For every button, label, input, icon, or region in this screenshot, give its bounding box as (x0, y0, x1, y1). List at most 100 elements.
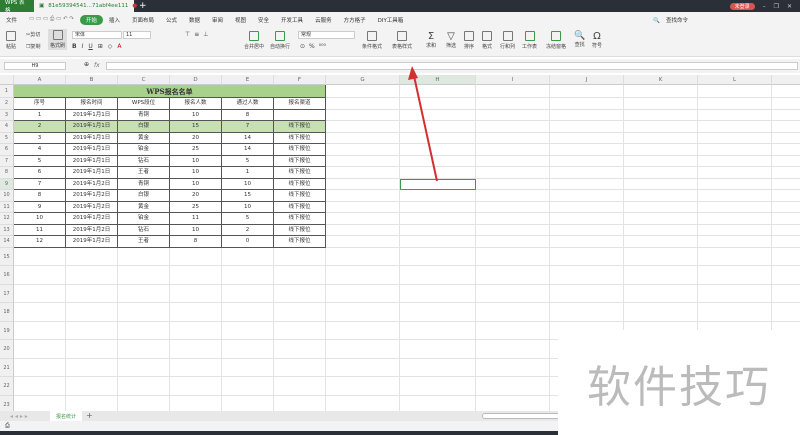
cell[interactable] (400, 247, 476, 266)
cell[interactable] (326, 132, 400, 144)
cell[interactable] (222, 340, 274, 359)
cell[interactable] (698, 178, 772, 190)
quick-access-icons[interactable]: ▭ ▭ ▭ ⎙ ▭ ↶ ↷ (23, 16, 80, 23)
cell[interactable] (476, 167, 550, 179)
cell[interactable] (274, 340, 326, 359)
table-cell[interactable]: 8 (14, 190, 66, 202)
cell[interactable] (118, 395, 170, 411)
cell[interactable] (274, 266, 326, 285)
table-cell[interactable]: 5 (222, 155, 274, 167)
cell[interactable] (400, 132, 476, 144)
cell[interactable] (550, 167, 624, 179)
table-cell[interactable]: 10 (14, 213, 66, 225)
table-cell[interactable]: 线下报位 (274, 190, 326, 202)
row-header-11[interactable]: 11 (0, 201, 14, 213)
table-cell[interactable]: 12 (14, 236, 66, 248)
cell[interactable] (698, 284, 772, 303)
cell[interactable] (326, 190, 400, 202)
cell[interactable] (400, 98, 476, 110)
cell[interactable] (698, 98, 772, 110)
cell[interactable] (772, 85, 800, 98)
cell[interactable] (274, 377, 326, 396)
table-cell[interactable]: 黄金 (118, 132, 170, 144)
cell[interactable] (698, 155, 772, 167)
cell[interactable] (66, 377, 118, 396)
cell[interactable] (476, 144, 550, 156)
cell[interactable] (326, 377, 400, 396)
cell[interactable] (14, 284, 66, 303)
table-cell[interactable]: 铂金 (118, 144, 170, 156)
cell[interactable] (772, 190, 800, 202)
cell[interactable] (624, 155, 698, 167)
formula-input[interactable] (106, 62, 798, 70)
row-header-4[interactable]: 4 (0, 121, 14, 133)
table-cell[interactable]: 2019年1月2日 (66, 178, 118, 190)
cell[interactable] (400, 266, 476, 285)
cell[interactable] (772, 213, 800, 225)
column-header-A[interactable]: A (14, 75, 66, 85)
cell[interactable] (624, 284, 698, 303)
table-cell[interactable]: 线下报位 (274, 178, 326, 190)
cell[interactable] (624, 132, 698, 144)
row-header-19[interactable]: 19 (0, 321, 14, 340)
row-header-1[interactable]: 1 (0, 85, 14, 98)
cell[interactable] (14, 395, 66, 411)
cell[interactable] (326, 236, 400, 248)
cell[interactable] (400, 190, 476, 202)
table-cell[interactable]: 2019年1月1日 (66, 144, 118, 156)
table-cell[interactable]: 2019年1月1日 (66, 121, 118, 133)
table-cell[interactable]: 20 (170, 190, 222, 202)
cell[interactable] (698, 190, 772, 202)
format-button[interactable]: 格式 (482, 31, 492, 50)
cell[interactable] (274, 284, 326, 303)
cell[interactable] (476, 85, 550, 98)
table-cell[interactable]: 10 (170, 178, 222, 190)
cell[interactable] (400, 321, 476, 340)
table-cell[interactable]: 2019年1月1日 (66, 155, 118, 167)
cell[interactable] (170, 340, 222, 359)
border-icon[interactable]: ⊞ (98, 43, 103, 50)
row-header-18[interactable]: 18 (0, 303, 14, 322)
cell[interactable] (624, 178, 698, 190)
cell[interactable] (66, 358, 118, 377)
cell[interactable] (624, 266, 698, 285)
row-header-3[interactable]: 3 (0, 109, 14, 121)
cell[interactable] (14, 266, 66, 285)
cell[interactable] (222, 358, 274, 377)
table-cell[interactable]: 线下报位 (274, 144, 326, 156)
cell[interactable] (550, 85, 624, 98)
menu-ffcell[interactable]: 方方格子 (338, 16, 372, 24)
table-cell[interactable]: 0 (222, 236, 274, 248)
cell[interactable] (326, 224, 400, 236)
zoom-icon[interactable]: ⊕ (84, 61, 89, 68)
cell[interactable] (772, 156, 800, 167)
table-cell[interactable]: 2 (14, 121, 66, 133)
cell[interactable] (326, 201, 400, 213)
menu-security[interactable]: 安全 (252, 16, 275, 24)
column-header-D[interactable]: D (170, 75, 222, 85)
cell[interactable] (118, 377, 170, 396)
row-header-10[interactable]: 10 (0, 190, 14, 202)
table-style-button[interactable]: 表格样式 (392, 31, 412, 50)
fx-icon[interactable]: fx (94, 62, 100, 69)
thousands-icon[interactable]: ⁰⁰⁰ (319, 43, 326, 50)
cell[interactable] (400, 85, 476, 98)
table-cell[interactable]: 8 (170, 236, 222, 248)
cell[interactable] (326, 155, 400, 167)
cell[interactable] (476, 358, 550, 377)
search-command[interactable]: 🔍 查找命令 (647, 16, 700, 24)
table-cell[interactable]: 15 (170, 121, 222, 133)
cell[interactable] (66, 340, 118, 359)
cell[interactable] (326, 144, 400, 156)
column-header-G[interactable]: G (326, 75, 400, 85)
close-icon[interactable]: ✕ (787, 3, 792, 10)
cell[interactable] (476, 132, 550, 144)
table-cell[interactable]: 1 (14, 109, 66, 121)
currency-icon[interactable]: ⊙ (300, 43, 305, 50)
table-cell[interactable]: 钻石 (118, 155, 170, 167)
table-cell[interactable]: 7 (222, 121, 274, 133)
align-buttons[interactable]: ⊤ ≡ ⊥ (185, 31, 209, 38)
fill-icon[interactable]: ◇ (108, 43, 113, 50)
cell[interactable] (170, 284, 222, 303)
cell[interactable] (14, 340, 66, 359)
